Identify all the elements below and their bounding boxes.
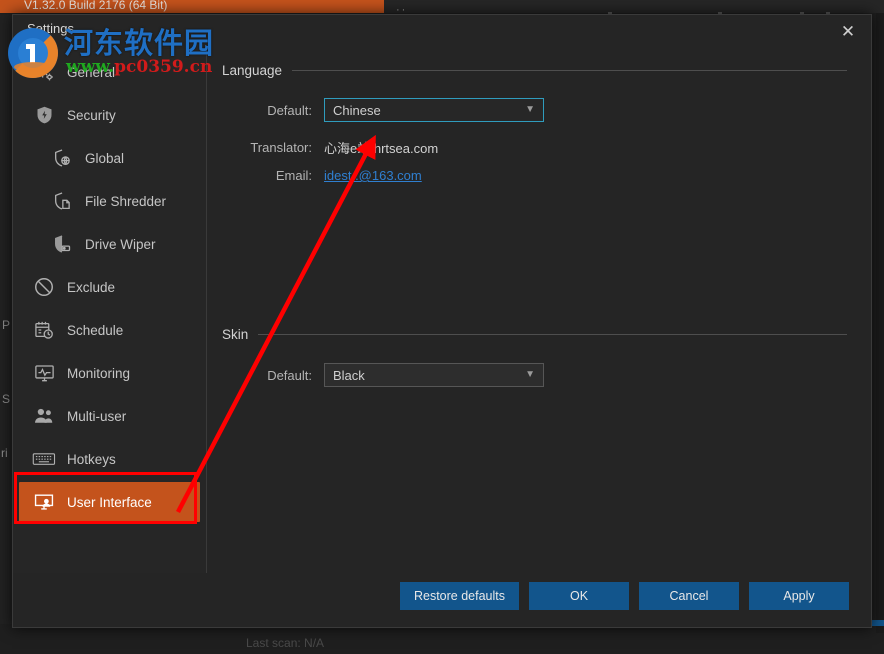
background-edge-label-0: P xyxy=(2,318,10,332)
sidebar-item-file-shredder[interactable]: File Shredder xyxy=(19,181,200,221)
settings-sidebar: General Security xyxy=(13,49,207,575)
language-group-header: Language xyxy=(222,63,847,78)
screen-root: V1.32.0 Build 2176 (64 Bit) ·· P S ri La… xyxy=(0,0,884,654)
sidebar-item-label: Monitoring xyxy=(67,366,130,381)
ok-button[interactable]: OK xyxy=(529,582,629,610)
calendar-clock-icon xyxy=(31,318,57,342)
email-label: Email: xyxy=(222,168,324,183)
chevron-down-icon: ▼ xyxy=(525,370,535,380)
translator-row: Translator: 心海e站 hrtsea.com xyxy=(222,138,847,157)
monitor-pulse-icon xyxy=(31,361,57,385)
sidebar-item-security[interactable]: Security xyxy=(19,95,200,135)
settings-dialog: Settings ✕ General xyxy=(12,14,872,628)
monitor-user-icon xyxy=(31,490,57,514)
sidebar-item-hotkeys[interactable]: Hotkeys xyxy=(19,439,200,479)
language-default-row: Default: Chinese ▼ xyxy=(222,98,847,122)
sidebar-item-monitoring[interactable]: Monitoring xyxy=(19,353,200,393)
sidebar-item-label: Multi-user xyxy=(67,409,126,424)
sidebar-item-label: Schedule xyxy=(67,323,123,338)
sidebar-item-exclude[interactable]: Exclude xyxy=(19,267,200,307)
background-edge-label-1: S xyxy=(2,392,10,406)
sidebar-item-label: Hotkeys xyxy=(67,452,116,467)
background-window-controls-icon: ·· xyxy=(396,6,407,14)
sidebar-item-label: Exclude xyxy=(67,280,115,295)
restore-defaults-button[interactable]: Restore defaults xyxy=(400,582,519,610)
language-default-label: Default: xyxy=(222,103,324,118)
skin-default-row: Default: Black ▼ xyxy=(222,363,847,387)
skin-default-label: Default: xyxy=(222,368,324,383)
dialog-titlebar[interactable]: Settings ✕ xyxy=(13,15,871,49)
email-row: Email: idest..@163.com xyxy=(222,168,847,183)
email-link[interactable]: idest..@163.com xyxy=(324,168,422,183)
group-divider xyxy=(292,70,847,71)
sidebar-item-schedule[interactable]: Schedule xyxy=(19,310,200,350)
language-group-title: Language xyxy=(222,63,282,78)
chevron-down-icon: ▼ xyxy=(525,105,535,115)
shield-file-icon xyxy=(49,189,75,213)
skin-default-select[interactable]: Black ▼ xyxy=(324,363,544,387)
sidebar-item-multi-user[interactable]: Multi-user xyxy=(19,396,200,436)
shield-drive-icon xyxy=(49,232,75,256)
skin-default-value: Black xyxy=(333,368,365,383)
cancel-button[interactable]: Cancel xyxy=(639,582,739,610)
sidebar-item-label: Global xyxy=(85,151,124,166)
sidebar-item-user-interface[interactable]: User Interface xyxy=(19,482,200,522)
dialog-footer: Restore defaults OK Cancel Apply xyxy=(13,573,871,627)
skin-group-title: Skin xyxy=(222,327,248,342)
skin-group-header: Skin xyxy=(222,327,847,342)
gear-icon xyxy=(31,60,57,84)
sidebar-item-drive-wiper[interactable]: Drive Wiper xyxy=(19,224,200,264)
translator-label: Translator: xyxy=(222,140,324,155)
language-group: Language Default: Chinese ▼ Translator: … xyxy=(222,63,847,183)
sidebar-item-label: Drive Wiper xyxy=(85,237,156,252)
sidebar-item-label: Security xyxy=(67,108,116,123)
no-entry-icon xyxy=(31,275,57,299)
sidebar-item-label: File Shredder xyxy=(85,194,166,209)
shield-lightning-icon xyxy=(31,103,57,127)
sidebar-item-general[interactable]: General xyxy=(19,52,200,92)
sidebar-item-global[interactable]: Global xyxy=(19,138,200,178)
shield-globe-icon xyxy=(49,146,75,170)
language-default-select[interactable]: Chinese ▼ xyxy=(324,98,544,122)
group-divider xyxy=(258,334,847,335)
sidebar-item-label: General xyxy=(67,65,115,80)
translator-value: 心海e站 hrtsea.com xyxy=(324,138,438,157)
background-titlebar-filler xyxy=(384,0,884,13)
background-edge-label-2: ri xyxy=(1,446,8,460)
background-right-edge xyxy=(876,13,884,633)
keyboard-icon xyxy=(31,447,57,471)
skin-group: Skin Default: Black ▼ xyxy=(222,327,847,387)
dialog-title: Settings xyxy=(27,21,74,36)
language-default-value: Chinese xyxy=(333,103,381,118)
close-icon[interactable]: ✕ xyxy=(831,18,865,46)
users-icon xyxy=(31,404,57,428)
background-window-title: V1.32.0 Build 2176 (64 Bit) xyxy=(0,0,384,13)
settings-content-pane: Language Default: Chinese ▼ Translator: … xyxy=(208,49,871,575)
sidebar-item-label: User Interface xyxy=(67,495,152,510)
background-status-text: Last scan: N/A xyxy=(246,636,324,650)
dialog-button-row: Restore defaults OK Cancel Apply xyxy=(400,582,849,610)
apply-button[interactable]: Apply xyxy=(749,582,849,610)
